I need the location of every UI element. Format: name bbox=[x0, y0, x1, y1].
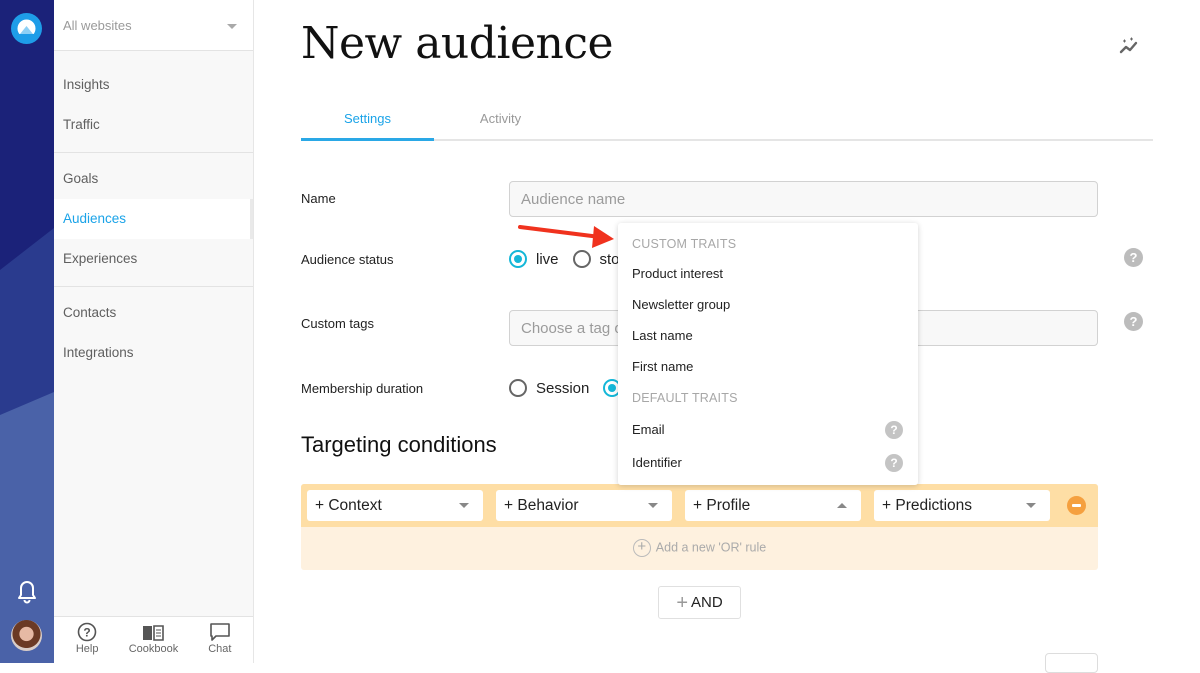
app-rail bbox=[0, 0, 54, 663]
sidebar-item-integrations[interactable]: Integrations bbox=[54, 333, 253, 373]
behavior-selector-label: + Behavior bbox=[504, 497, 579, 514]
status-stopped-radio[interactable] bbox=[572, 250, 591, 268]
chevron-down-icon bbox=[459, 503, 469, 508]
insights-sparkle-icon[interactable] bbox=[1118, 36, 1142, 56]
sidebar-item-experiences[interactable]: Experiences bbox=[54, 239, 253, 279]
dropdown-item-email[interactable]: Email? bbox=[618, 416, 918, 444]
save-button[interactable] bbox=[1045, 653, 1098, 673]
nav-group: Contacts Integrations bbox=[54, 287, 253, 373]
audience-name-placeholder: Audience name bbox=[521, 191, 626, 208]
rule-bar: + Context + Behavior + Profile + Predict… bbox=[301, 484, 1098, 527]
profile-dropdown-menu: CUSTOM TRAITS Product interest Newslette… bbox=[618, 223, 918, 485]
add-and-label: AND bbox=[691, 594, 723, 611]
dropdown-item-label: Newsletter group bbox=[632, 297, 731, 312]
duration-session-radio[interactable] bbox=[509, 379, 527, 397]
dropdown-item-label: Product interest bbox=[632, 266, 724, 281]
predictions-selector-label: + Predictions bbox=[882, 497, 973, 514]
nav-group: Goals Audiences Experiences bbox=[54, 153, 253, 287]
cookbook-button[interactable]: Cookbook bbox=[120, 617, 186, 663]
context-selector[interactable]: + Context bbox=[307, 490, 483, 521]
chat-label: Chat bbox=[208, 643, 232, 655]
sidebar-item-contacts[interactable]: Contacts bbox=[54, 293, 253, 333]
svg-text:?: ? bbox=[83, 626, 90, 640]
page-title: New audience bbox=[301, 18, 614, 69]
profile-selector-label: + Profile bbox=[693, 497, 751, 514]
rule-group: + Context + Behavior + Profile + Predict… bbox=[301, 484, 1098, 570]
tab-bar: Settings Activity bbox=[301, 100, 1153, 141]
custom-traits-heading: CUSTOM TRAITS bbox=[632, 237, 737, 251]
membership-duration-label: Membership duration bbox=[301, 381, 424, 396]
chevron-down-icon bbox=[1026, 503, 1036, 508]
rail-background bbox=[0, 228, 54, 663]
chat-icon bbox=[210, 623, 230, 641]
audience-name-input[interactable]: Audience name bbox=[509, 181, 1098, 217]
tab-settings[interactable]: Settings bbox=[301, 111, 434, 141]
status-live-radio[interactable] bbox=[509, 250, 527, 268]
context-selector-label: + Context bbox=[315, 497, 382, 514]
status-live-label: live bbox=[536, 250, 559, 268]
site-selector-label: All websites bbox=[63, 18, 132, 33]
add-or-rule-label: Add a new 'OR' rule bbox=[655, 540, 767, 555]
help-button[interactable]: ? Help bbox=[54, 617, 120, 663]
dropdown-item-product-interest[interactable]: Product interest bbox=[618, 260, 918, 288]
targeting-conditions-heading: Targeting conditions bbox=[301, 432, 497, 457]
profile-selector[interactable]: + Profile bbox=[685, 490, 861, 521]
site-selector[interactable]: All websites bbox=[54, 0, 253, 51]
dropdown-item-label: First name bbox=[632, 359, 694, 374]
chat-button[interactable]: Chat bbox=[187, 617, 253, 663]
help-label: Help bbox=[75, 643, 99, 655]
email-help-icon[interactable]: ? bbox=[885, 421, 903, 439]
custom-tags-label: Custom tags bbox=[301, 316, 374, 331]
dropdown-item-label: Email bbox=[632, 422, 665, 437]
status-help-icon[interactable]: ? bbox=[1124, 248, 1143, 267]
bell-icon[interactable] bbox=[15, 578, 39, 604]
help-circle-icon: ? bbox=[77, 622, 97, 642]
sidebar-item-traffic[interactable]: Traffic bbox=[54, 105, 253, 145]
sidebar-item-audiences[interactable]: Audiences bbox=[54, 199, 253, 239]
audience-status-label: Audience status bbox=[301, 252, 394, 267]
logo-icon[interactable] bbox=[11, 13, 42, 44]
nav-group: Insights Traffic bbox=[54, 51, 253, 153]
predictions-selector[interactable]: + Predictions bbox=[874, 490, 1050, 521]
dropdown-item-identifier[interactable]: Identifier? bbox=[618, 449, 918, 477]
add-or-rule-button[interactable]: + Add a new 'OR' rule bbox=[301, 539, 1098, 557]
dropdown-item-newsletter-group[interactable]: Newsletter group bbox=[618, 291, 918, 319]
identifier-help-icon[interactable]: ? bbox=[885, 454, 903, 472]
tab-activity[interactable]: Activity bbox=[434, 111, 567, 126]
name-label: Name bbox=[301, 191, 336, 206]
sidebar-item-goals[interactable]: Goals bbox=[54, 159, 253, 199]
plus-icon: + bbox=[676, 592, 688, 614]
plus-circle-icon: + bbox=[632, 539, 651, 557]
dropdown-item-last-name[interactable]: Last name bbox=[618, 322, 918, 350]
sidebar-footer: ? Help Cookbook Chat bbox=[54, 616, 253, 663]
annotation-arrow bbox=[518, 225, 614, 248]
sidebar-item-insights[interactable]: Insights bbox=[54, 65, 253, 105]
sidebar: All websites Insights Traffic Goals Audi… bbox=[54, 0, 254, 663]
dropdown-item-label: Identifier bbox=[632, 455, 682, 470]
cookbook-label: Cookbook bbox=[128, 643, 179, 655]
chevron-down-icon bbox=[648, 503, 658, 508]
chevron-down-icon bbox=[227, 24, 237, 29]
dropdown-item-label: Last name bbox=[632, 328, 693, 343]
tags-help-icon[interactable]: ? bbox=[1124, 312, 1143, 331]
add-and-button[interactable]: + AND bbox=[658, 586, 741, 619]
duration-session-label: Session bbox=[536, 379, 590, 397]
default-traits-heading: DEFAULT TRAITS bbox=[632, 391, 738, 405]
book-icon bbox=[143, 625, 165, 641]
chevron-up-icon bbox=[837, 503, 847, 508]
dropdown-item-first-name[interactable]: First name bbox=[618, 353, 918, 381]
behavior-selector[interactable]: + Behavior bbox=[496, 490, 672, 521]
user-avatar[interactable] bbox=[11, 620, 42, 651]
remove-rule-icon[interactable] bbox=[1067, 496, 1086, 515]
